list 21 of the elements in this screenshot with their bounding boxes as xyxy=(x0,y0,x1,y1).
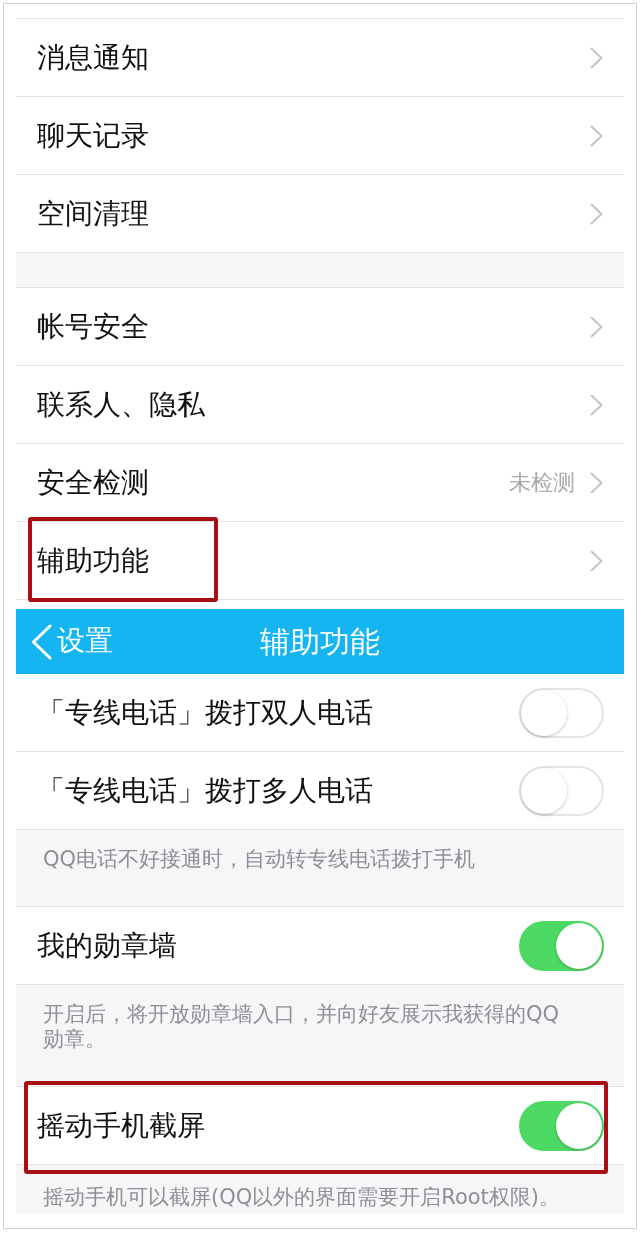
setting-label: 「专线电话」拨打多人电话 xyxy=(37,773,373,808)
toggle-switch[interactable] xyxy=(519,920,604,971)
description-text: QQ电话不好接通时，自动转专线电话拨打手机 xyxy=(16,830,624,907)
chevron-right-icon xyxy=(590,471,603,494)
chevron-right-icon xyxy=(590,549,603,572)
chevron-right-icon xyxy=(590,202,603,225)
toggle-switch[interactable] xyxy=(519,765,604,816)
chevron-right-icon xyxy=(590,124,603,147)
setting-label: 「专线电话」拨打双人电话 xyxy=(37,695,373,730)
description-text: 摇动手机可以截屏(QQ以外的界面需要开启Root权限)。 xyxy=(16,1165,624,1213)
toggle-switch[interactable] xyxy=(519,1100,604,1151)
setting-label: 我的勋章墙 xyxy=(37,928,177,963)
setting-label: 摇动手机截屏 xyxy=(37,1108,205,1143)
chevron-right-icon xyxy=(590,393,603,416)
chevron-right-icon xyxy=(590,315,603,338)
status-text: 未检测 xyxy=(509,469,575,497)
toggle-switch[interactable] xyxy=(519,687,604,738)
chevron-right-icon xyxy=(590,46,603,69)
description-text: 开启后，将开放勋章墙入口，并向好友展示我获得的QQ勋章。 xyxy=(16,985,624,1087)
page-title: 辅助功能 xyxy=(260,625,380,658)
chevron-left-icon xyxy=(31,623,52,660)
